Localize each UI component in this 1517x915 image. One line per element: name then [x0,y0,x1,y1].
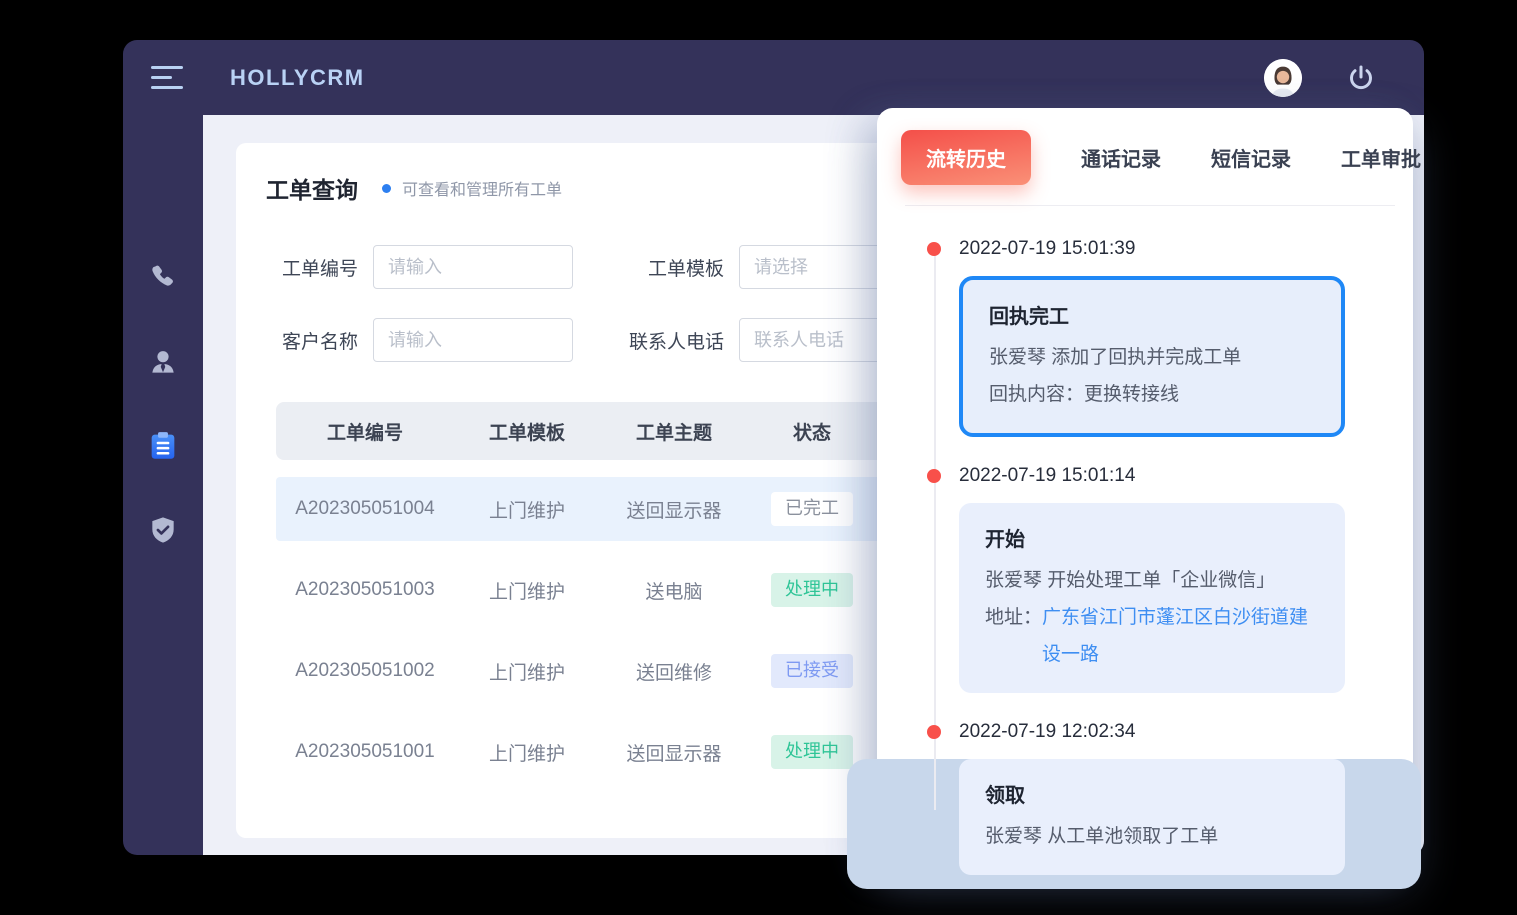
timeline-card-title: 开始 [985,523,1319,552]
timeline-card-start: 开始 张爱琴 开始处理工单「企业微信」 地址： 广东省江门市蓬江区白沙街道建设一… [959,503,1345,693]
timeline-card-claimed: 领取 张爱琴 从工单池领取了工单 [959,759,1345,875]
tab-transfer-history[interactable]: 流转历史 [901,130,1031,185]
person-icon[interactable] [146,345,180,379]
column-header-order-id: 工单编号 [276,418,454,445]
timeline-card-text: 张爱琴 开始处理工单「企业微信」 [985,562,1319,599]
timeline-card-completed: 回执完工 张爱琴 添加了回执并完成工单 回执内容：更换转接线 [959,276,1345,437]
panel-tabs: 流转历史 通话记录 短信记录 工单审批 [877,108,1413,185]
status-badge: 处理中 [771,735,853,769]
cell-order-id: A202305051002 [276,660,454,682]
column-header-status: 状态 [748,418,876,445]
cell-subject: 送回显示器 [600,496,748,523]
subtitle-bullet-icon [382,184,391,193]
power-icon[interactable] [1346,63,1376,93]
cell-subject: 送回显示器 [600,739,748,766]
sidebar [123,115,203,855]
timeline-card-text: 张爱琴 添加了回执并完成工单 [989,339,1315,376]
hamburger-menu-icon[interactable] [151,66,183,89]
tab-order-approval[interactable]: 工单审批 [1341,143,1421,172]
timeline-card-text: 回执内容：更换转接线 [989,376,1315,413]
app-header: HOLLYCRM [123,40,1424,115]
customer-name-input[interactable] [373,318,573,362]
page-subtitle: 可查看和管理所有工单 [402,176,562,200]
filter-label-contact-phone: 联系人电话 [588,327,724,354]
cell-order-id: A202305051004 [276,498,454,520]
timeline-card-title: 回执完工 [989,300,1315,329]
address-link[interactable]: 广东省江门市蓬江区白沙街道建设一路 [1042,599,1319,673]
header-actions [1264,59,1376,97]
timeline-timestamp: 2022-07-19 15:01:39 [959,238,1377,260]
cell-template: 上门维护 [454,739,600,766]
table-row[interactable]: A202305051002 上门维护 送回维修 已接受 [276,639,916,703]
cell-template: 上门维护 [454,496,600,523]
tab-call-records[interactable]: 通话记录 [1081,143,1161,172]
status-badge: 已接受 [771,654,853,688]
app-title: HOLLYCRM [230,65,365,91]
timeline-address-row: 地址： 广东省江门市蓬江区白沙街道建设一路 [985,599,1319,673]
cell-order-id: A202305051001 [276,741,454,763]
column-header-template: 工单模板 [454,418,600,445]
cell-template: 上门维护 [454,658,600,685]
cell-subject: 送回维修 [600,658,748,685]
timeline-card-text: 张爱琴 从工单池领取了工单 [985,818,1319,855]
filter-label-order-id: 工单编号 [280,254,358,281]
shield-check-icon[interactable] [146,513,180,547]
user-avatar[interactable] [1264,59,1302,97]
order-id-input[interactable] [373,245,573,289]
cell-template: 上门维护 [454,577,600,604]
status-badge: 已完工 [771,492,853,526]
table-header-row: 工单编号 工单模板 工单主题 状态 [276,402,916,460]
timeline-entry: 2022-07-19 12:02:34 领取 张爱琴 从工单池领取了工单 [959,721,1377,875]
address-label: 地址： [985,599,1042,673]
page-title: 工单查询 [266,171,358,205]
tab-sms-records[interactable]: 短信记录 [1211,143,1291,172]
timeline-entry: 2022-07-19 15:01:14 开始 张爱琴 开始处理工单「企业微信」 … [959,465,1377,693]
phone-icon[interactable] [146,261,180,295]
timeline-timestamp: 2022-07-19 12:02:34 [959,721,1377,743]
table-row[interactable]: A202305051001 上门维护 送回显示器 处理中 [276,720,916,784]
filter-label-template: 工单模板 [588,254,724,281]
filter-label-customer: 客户名称 [280,327,358,354]
timeline-entry: 2022-07-19 15:01:39 回执完工 张爱琴 添加了回执并完成工单 … [959,238,1377,437]
table-row[interactable]: A202305051004 上门维护 送回显示器 已完工 [276,477,916,541]
clipboard-icon[interactable] [146,429,180,463]
timeline-timestamp: 2022-07-19 15:01:14 [959,465,1377,487]
table-row[interactable]: A202305051003 上门维护 送电脑 处理中 [276,558,916,622]
timeline: 2022-07-19 15:01:39 回执完工 张爱琴 添加了回执并完成工单 … [877,206,1413,875]
column-header-subject: 工单主题 [600,418,748,445]
cell-subject: 送电脑 [600,577,748,604]
cell-order-id: A202305051003 [276,579,454,601]
status-badge: 处理中 [771,573,853,607]
history-panel: 流转历史 通话记录 短信记录 工单审批 2022-07-19 15:01:39 … [877,108,1413,865]
timeline-card-title: 领取 [985,779,1319,808]
